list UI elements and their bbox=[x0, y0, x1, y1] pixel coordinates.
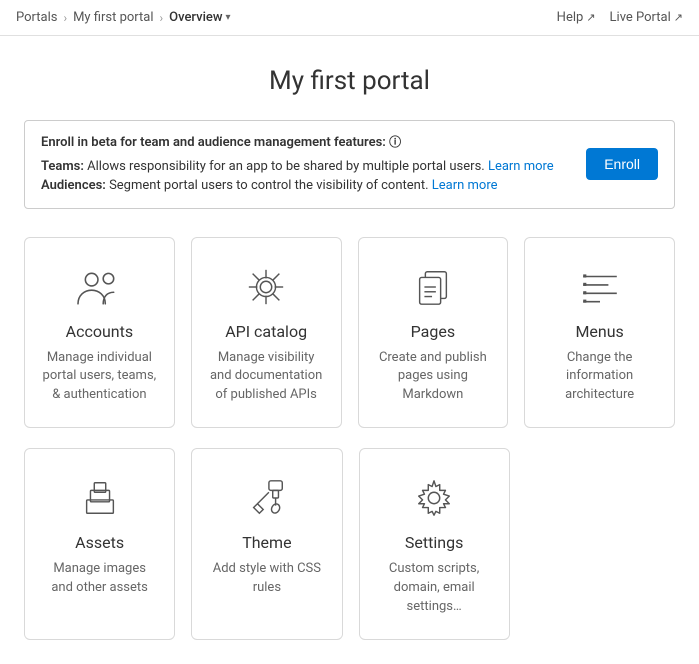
card-accounts[interactable]: Accounts Manage individual portal users,… bbox=[24, 237, 175, 429]
help-circle-icon[interactable]: ⓘ bbox=[389, 135, 401, 149]
banner-audiences: Audiences: Segment portal users to contr… bbox=[41, 176, 574, 196]
live-portal-link[interactable]: Live Portal ↗ bbox=[610, 10, 683, 25]
chevron-down-icon[interactable]: ▾ bbox=[226, 12, 231, 23]
pages-title: Pages bbox=[411, 322, 455, 341]
teams-learn-more[interactable]: Learn more bbox=[488, 159, 554, 174]
accounts-icon bbox=[73, 266, 125, 308]
accounts-desc: Manage individual portal users, teams, &… bbox=[41, 349, 158, 406]
pages-icon bbox=[407, 266, 459, 308]
breadcrumb-portal-name[interactable]: My first portal bbox=[73, 10, 153, 25]
top-nav: Portals › My first portal › Overview ▾ H… bbox=[0, 0, 699, 36]
card-menus[interactable]: Menus Change the information architectur… bbox=[524, 237, 675, 429]
settings-title: Settings bbox=[405, 533, 463, 552]
banner-heading: Enroll in beta for team and audience man… bbox=[41, 133, 574, 153]
assets-title: Assets bbox=[75, 533, 124, 552]
nav-actions: Help ↗ Live Portal ↗ bbox=[557, 10, 683, 25]
cards-row-1: Accounts Manage individual portal users,… bbox=[24, 237, 675, 429]
menus-icon bbox=[574, 266, 626, 308]
menus-title: Menus bbox=[575, 322, 623, 341]
help-link[interactable]: Help ↗ bbox=[557, 10, 596, 25]
breadcrumb: Portals › My first portal › Overview ▾ bbox=[16, 10, 231, 25]
beta-banner: Enroll in beta for team and audience man… bbox=[24, 120, 675, 209]
cards-section: Accounts Manage individual portal users,… bbox=[24, 237, 675, 640]
teams-label: Teams: bbox=[41, 159, 84, 174]
audiences-label: Audiences: bbox=[41, 178, 106, 193]
settings-desc: Custom scripts, domain, email settings… bbox=[376, 560, 493, 617]
card-theme[interactable]: Theme Add style with CSS rules bbox=[191, 448, 342, 640]
card-assets[interactable]: Assets Manage images and other assets bbox=[24, 448, 175, 640]
external-link-icon: ↗ bbox=[586, 11, 595, 24]
api-catalog-icon bbox=[240, 266, 292, 308]
breadcrumb-portals[interactable]: Portals bbox=[16, 10, 57, 25]
card-pages[interactable]: Pages Create and publish pages using Mar… bbox=[358, 237, 509, 429]
api-catalog-desc: Manage visibility and documentation of p… bbox=[208, 349, 325, 406]
settings-icon bbox=[408, 477, 460, 519]
main-content: My first portal Enroll in beta for team … bbox=[0, 36, 699, 664]
enroll-button[interactable]: Enroll bbox=[586, 148, 658, 180]
cards-row-2: Assets Manage images and other assets bbox=[24, 448, 675, 640]
breadcrumb-sep-1: › bbox=[63, 11, 67, 25]
assets-icon bbox=[74, 477, 126, 519]
accounts-title: Accounts bbox=[66, 322, 133, 341]
audiences-learn-more[interactable]: Learn more bbox=[432, 178, 498, 193]
banner-text: Enroll in beta for team and audience man… bbox=[41, 133, 574, 196]
banner-teams: Teams: Allows responsibility for an app … bbox=[41, 157, 574, 177]
page-title: My first portal bbox=[24, 66, 675, 96]
pages-desc: Create and publish pages using Markdown bbox=[375, 349, 492, 406]
card-settings[interactable]: Settings Custom scripts, domain, email s… bbox=[359, 448, 510, 640]
breadcrumb-sep-2: › bbox=[160, 11, 164, 25]
api-catalog-title: API catalog bbox=[225, 322, 307, 341]
card-api-catalog[interactable]: API catalog Manage visibility and docume… bbox=[191, 237, 342, 429]
breadcrumb-current: Overview ▾ bbox=[169, 10, 230, 25]
external-link-icon-2: ↗ bbox=[674, 11, 683, 24]
menus-desc: Change the information architecture bbox=[541, 349, 658, 406]
theme-icon bbox=[241, 477, 293, 519]
theme-title: Theme bbox=[242, 533, 291, 552]
